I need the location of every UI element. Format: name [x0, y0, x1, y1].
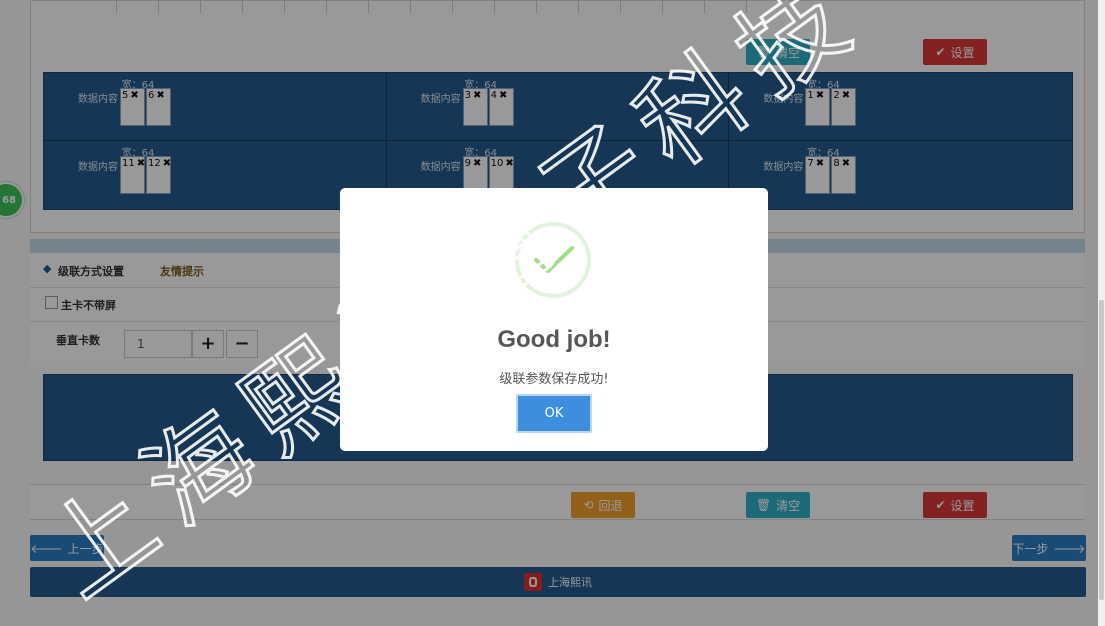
vertical-scrollbar[interactable]: [1098, 0, 1105, 626]
dialog-title: Good job!: [497, 326, 611, 353]
dialog-message: 级联参数保存成功!: [499, 372, 609, 387]
main-canvas: 🗑 清空 ✔ 设置 宽：64 数据内容 5 ✖ 6 ✖ 宽：64 数据内容 3 ✖ 4…: [0, 0, 1098, 626]
checkmark-icon: [534, 246, 574, 273]
success-dialog: Good job! 级联参数保存成功! OK: [340, 188, 768, 451]
success-icon: [515, 222, 591, 298]
ok-button[interactable]: OK: [516, 394, 592, 433]
scrollbar-thumb[interactable]: [1099, 300, 1104, 600]
page: 🗑 清空 ✔ 设置 宽：64 数据内容 5 ✖ 6 ✖ 宽：64 数据内容 3 ✖ 4…: [0, 0, 1105, 626]
